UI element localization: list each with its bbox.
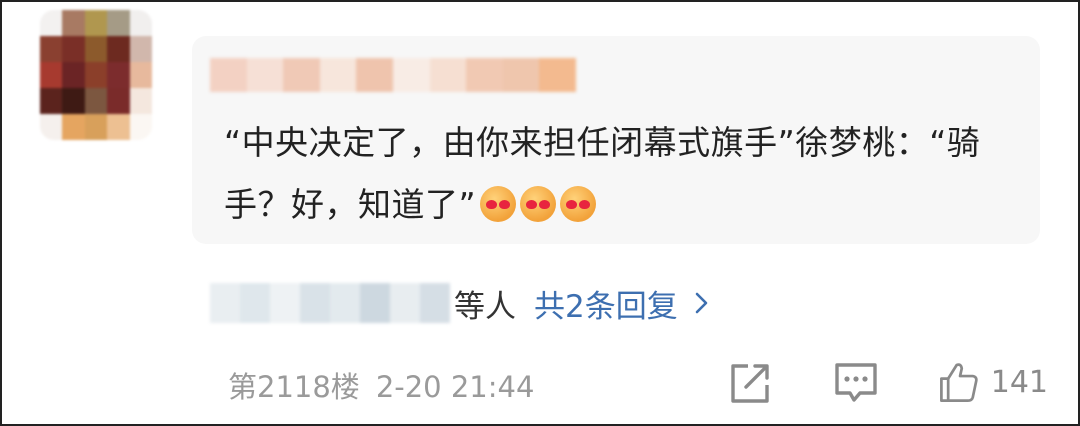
- comment-text: “中央决定了，由你来担任闭幕式旗手”徐梦桃：“骑手？好，知道了”: [224, 112, 1024, 236]
- reply-usernames-blurred: [210, 283, 450, 323]
- comment-icon: [835, 363, 877, 402]
- view-replies-label: 共2条回复: [534, 288, 678, 325]
- like-button[interactable]: 141: [938, 354, 1048, 410]
- comment-button[interactable]: [832, 354, 880, 410]
- share-button[interactable]: [728, 354, 772, 410]
- laughing-crying-emoji: [520, 186, 557, 222]
- chevron-right-icon: [695, 292, 708, 314]
- view-replies-link[interactable]: 共2条回复: [534, 281, 714, 326]
- comment-meta: 第2118楼 2-20 21:44: [228, 364, 550, 406]
- replies-suffix: 等人: [454, 288, 516, 325]
- comment-body: “中央决定了，由你来担任闭幕式旗手”徐梦桃：“骑手？好，知道了”: [224, 123, 981, 224]
- like-count: 141: [990, 364, 1048, 400]
- comment-datetime: 2-20 21:44: [375, 370, 535, 404]
- share-icon: [731, 364, 769, 403]
- floor-number: 第2118楼: [228, 370, 360, 404]
- username-blurred[interactable]: [210, 58, 576, 92]
- avatar[interactable]: [40, 10, 152, 140]
- laughing-crying-emoji: [560, 186, 597, 222]
- thumbs-up-icon: [940, 363, 978, 403]
- laughing-crying-emoji: [480, 186, 517, 222]
- replies-row[interactable]: 等人 共2条回复: [210, 278, 714, 328]
